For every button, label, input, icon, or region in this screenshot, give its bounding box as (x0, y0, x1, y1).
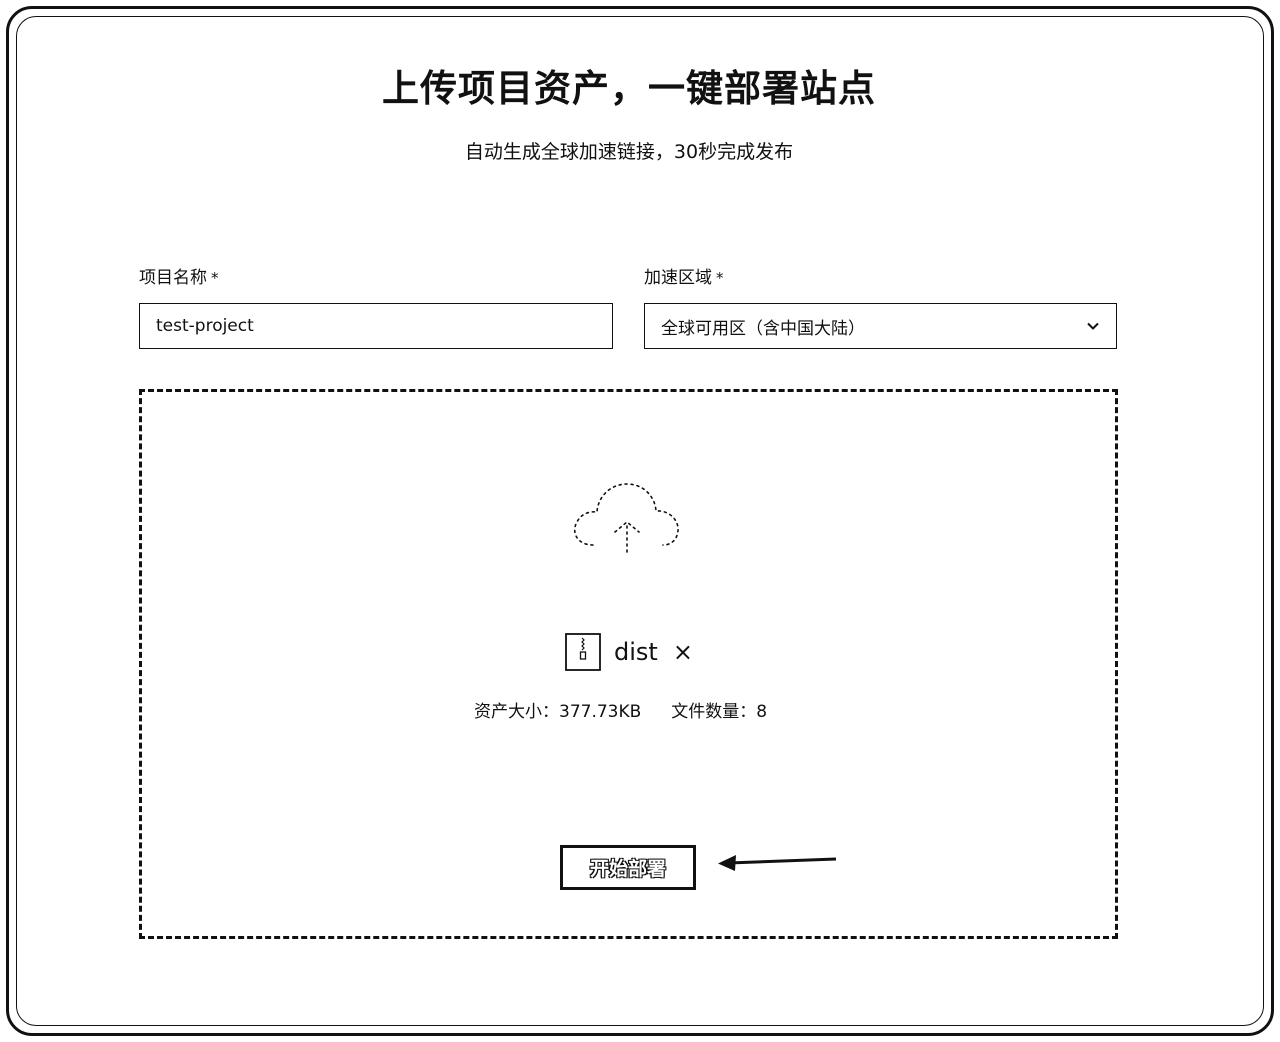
file-count: 文件数量：8 (671, 702, 768, 722)
uploaded-file: dist × (565, 633, 693, 671)
region-select[interactable]: 全球可用区（含中国大陆） (644, 303, 1117, 349)
region-label: 加速区域 * (644, 263, 724, 288)
project-name-label: 项目名称 * (139, 263, 219, 288)
file-name: dist (614, 638, 658, 666)
asset-stats: 资产大小：377.73KB 文件数量：8 (474, 697, 767, 722)
arrow-left-icon (718, 855, 837, 871)
start-deploy-button[interactable]: 开始部署 (560, 845, 696, 890)
region-label-text: 加速区域 (644, 268, 712, 288)
region-selected-value: 全球可用区（含中国大陆） (661, 318, 865, 339)
cloud-upload-icon (573, 483, 679, 553)
required-mark: * (211, 269, 219, 287)
project-name-label-text: 项目名称 (139, 268, 207, 288)
asset-size: 资产大小：377.73KB (474, 702, 642, 722)
start-deploy-label: 开始部署 (589, 859, 666, 880)
page-subtitle: 自动生成全球加速链接，30秒完成发布 (464, 141, 794, 163)
remove-file-button[interactable]: × (673, 640, 693, 664)
zip-file-icon (565, 633, 601, 671)
chevron-down-icon (1087, 322, 1099, 330)
required-mark: * (716, 269, 724, 287)
page-title: 上传项目资产，一键部署站点 (382, 67, 876, 110)
project-name-input[interactable] (139, 303, 613, 349)
